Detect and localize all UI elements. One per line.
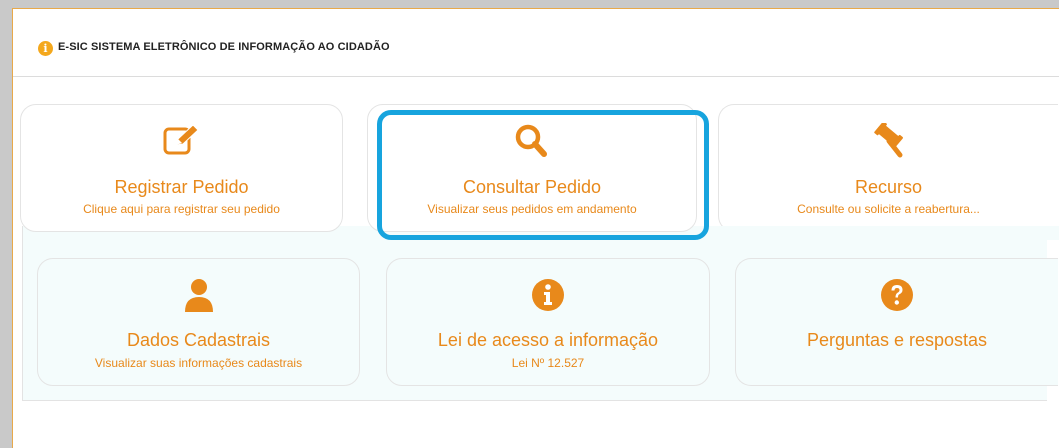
user-icon (38, 277, 359, 313)
info-icon: i (38, 41, 53, 56)
consultar-pedido-card[interactable]: Consultar Pedido Visualizar seus pedidos… (367, 104, 697, 232)
card-title: Recurso (854, 177, 923, 197)
panel-header: i E-SIC SISTEMA ELETRÔNICO DE INFORMAÇÃO… (13, 9, 1059, 77)
question-circle-icon (736, 277, 1058, 313)
registrar-pedido-card[interactable]: Registrar Pedido Clique aqui para regist… (20, 104, 343, 232)
card-subtitle: Visualizar suas informações cadastrais (94, 356, 303, 370)
perguntas-respostas-card[interactable]: Perguntas e respostas (735, 258, 1058, 386)
page-title: E-SIC SISTEMA ELETRÔNICO DE INFORMAÇÃO A… (58, 41, 390, 53)
card-subtitle: Clique aqui para registrar seu pedido (83, 202, 280, 216)
gavel-icon (719, 123, 1058, 159)
card-title: Lei de acesso a informação (437, 330, 659, 350)
card-title: Consultar Pedido (462, 177, 602, 197)
info-circle-icon (387, 277, 709, 313)
card-title: Registrar Pedido (114, 177, 249, 197)
dados-cadastrais-card[interactable]: Dados Cadastrais Visualizar suas informa… (37, 258, 360, 386)
lei-acesso-card[interactable]: Lei de acesso a informação Lei Nº 12.527 (386, 258, 710, 386)
card-subtitle: Lei Nº 12.527 (511, 356, 585, 370)
recurso-card[interactable]: Recurso Consulte ou solicite a reabertur… (718, 104, 1058, 232)
search-icon (368, 123, 696, 159)
card-subtitle: Visualizar seus pedidos em andamento (427, 202, 637, 216)
card-title: Dados Cadastrais (126, 330, 271, 350)
card-subtitle: Consulte ou solicite a reabertura... (797, 202, 980, 216)
edit-icon (21, 123, 342, 159)
card-title: Perguntas e respostas (806, 330, 988, 350)
